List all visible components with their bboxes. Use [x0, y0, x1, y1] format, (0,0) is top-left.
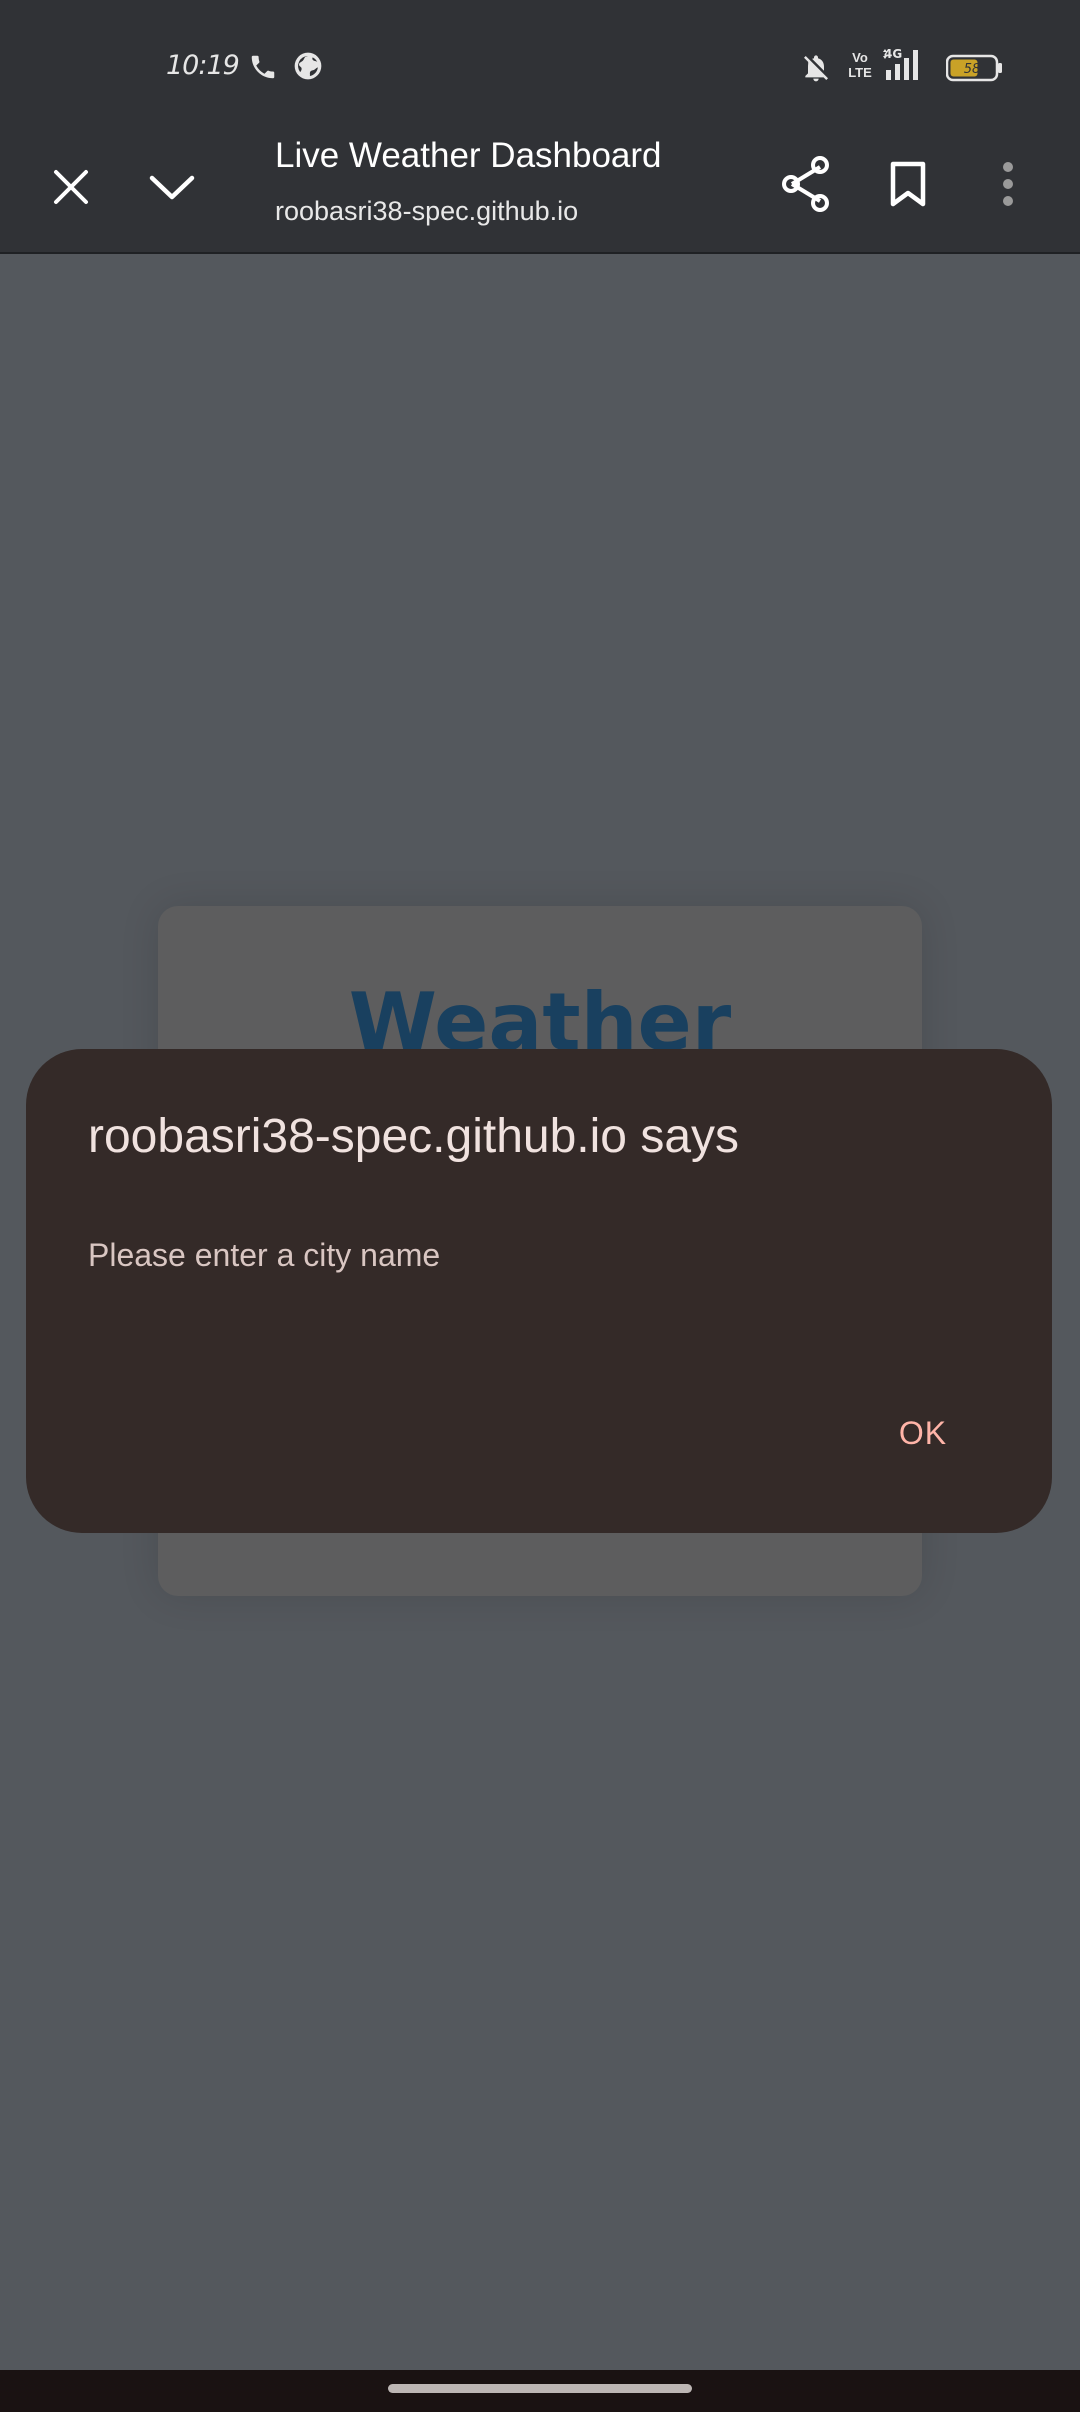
- home-gesture-handle[interactable]: [388, 2384, 692, 2393]
- status-bar: 10:19 Vo LTE 4G 58: [0, 0, 1080, 126]
- close-button[interactable]: [36, 152, 106, 222]
- svg-text:58: 58: [964, 62, 981, 77]
- bookmark-icon: [890, 161, 926, 207]
- page-url[interactable]: roobasri38-spec.github.io: [275, 196, 578, 227]
- signal-icon: 4G: [883, 47, 918, 80]
- close-icon: [54, 170, 88, 204]
- share-button[interactable]: [770, 148, 842, 220]
- dialog-title: roobasri38-spec.github.io says: [88, 1110, 740, 1163]
- volte-icon: Vo LTE: [848, 50, 872, 80]
- minimize-button[interactable]: [136, 152, 208, 222]
- custom-tab-toolbar: Live Weather Dashboard roobasri38-spec.g…: [0, 126, 1080, 254]
- dialog-message: Please enter a city name: [88, 1237, 441, 1273]
- navigation-bar: [0, 2370, 1080, 2412]
- globe-icon: [294, 52, 322, 80]
- more-options-button[interactable]: [972, 148, 1044, 220]
- chevron-down-icon: [149, 175, 195, 200]
- more-vert-icon: [1003, 162, 1013, 206]
- call-icon: [251, 55, 275, 79]
- battery-icon: 58: [945, 54, 1004, 82]
- bookmark-button[interactable]: [872, 148, 944, 220]
- share-icon: [782, 156, 829, 212]
- svg-text:4G: 4G: [884, 47, 902, 61]
- page-title: Live Weather Dashboard: [275, 136, 662, 175]
- ok-button[interactable]: OK: [868, 1401, 978, 1465]
- alert-dialog: roobasri38-spec.github.io says Please en…: [26, 1049, 1052, 1533]
- status-time: 10:19: [166, 50, 240, 81]
- mute-icon: [804, 55, 828, 82]
